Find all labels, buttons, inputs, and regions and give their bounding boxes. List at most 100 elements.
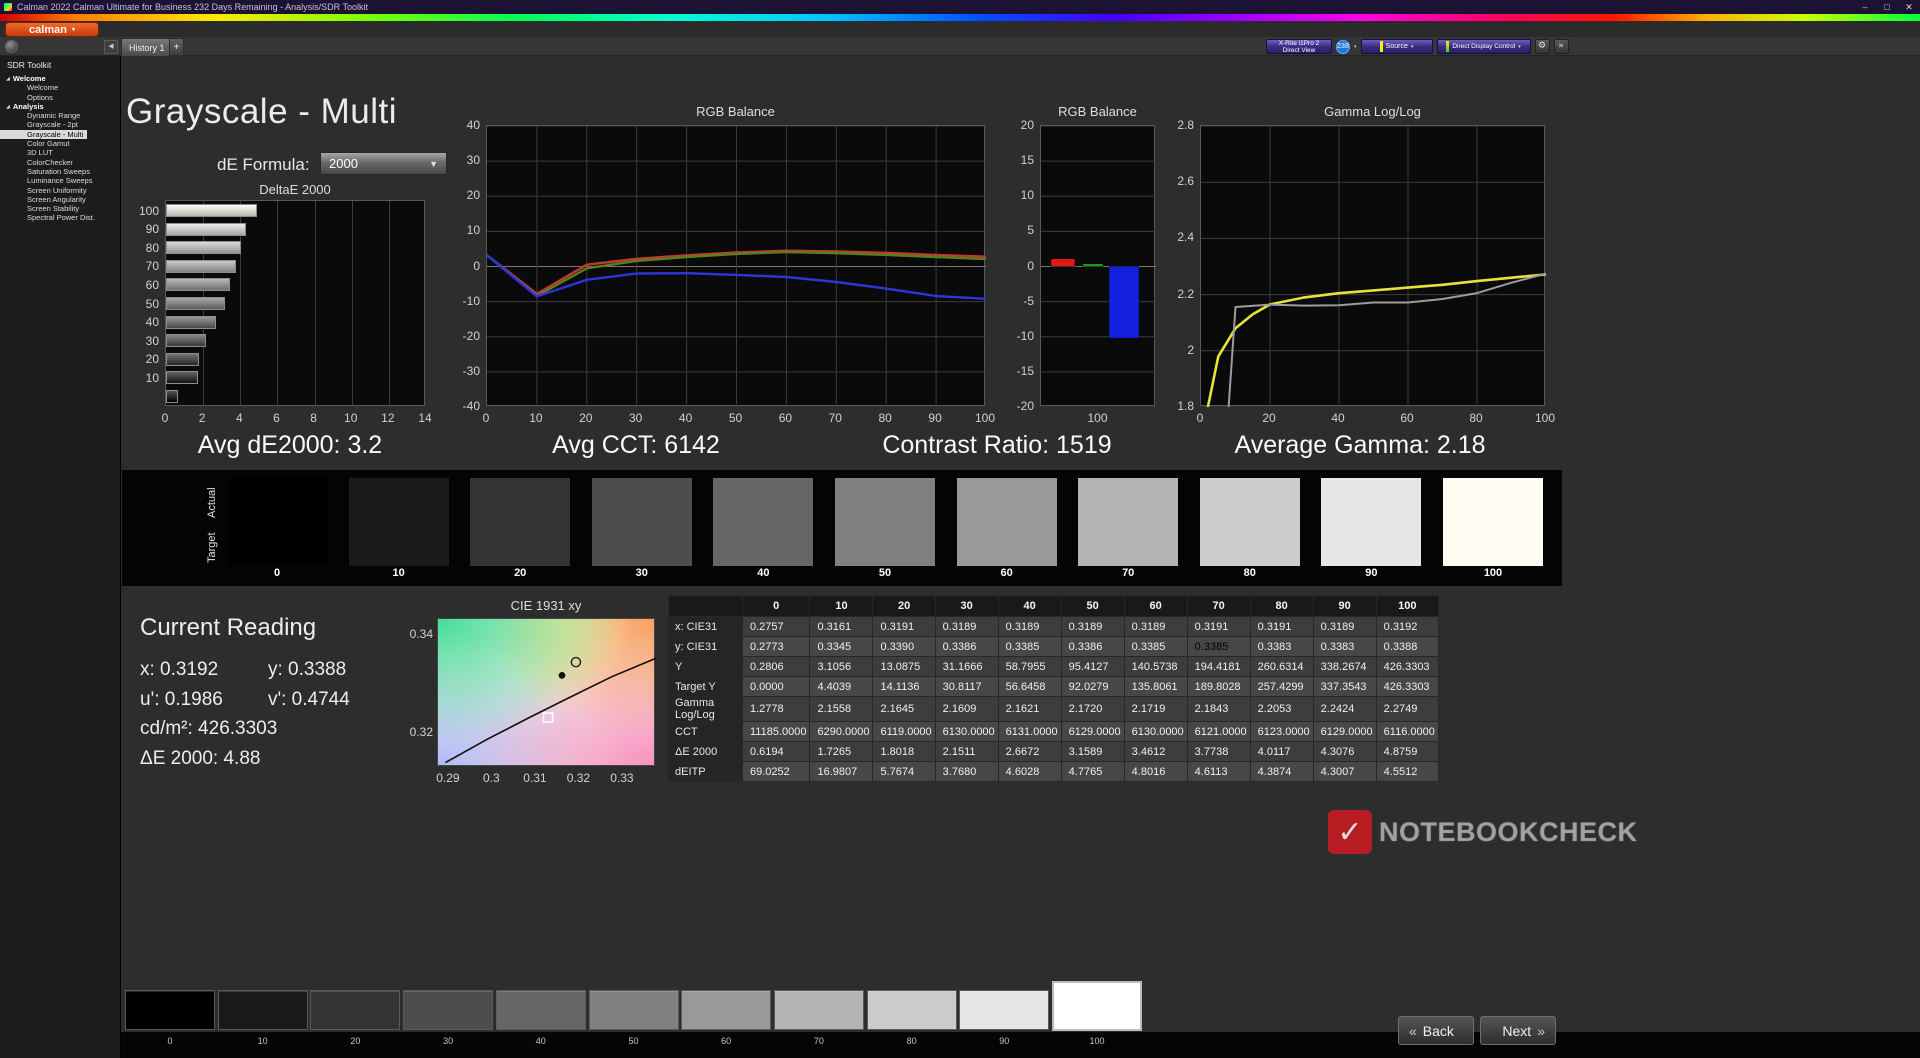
table-cell[interactable]: 2.1621	[997, 696, 1062, 722]
table-cell[interactable]: 3.1056	[809, 656, 874, 677]
table-cell[interactable]: 6121.0000	[1186, 721, 1251, 742]
table-cell[interactable]: 0.3345	[809, 636, 874, 657]
table-cell[interactable]: 30.8117	[934, 676, 999, 697]
sidebar-collapse-button[interactable]: ◀	[104, 40, 118, 54]
table-cell[interactable]: 6290.0000	[809, 721, 874, 742]
table-cell[interactable]: 260.6314	[1249, 656, 1314, 677]
table-cell[interactable]: 2.2053	[1249, 696, 1314, 722]
table-cell[interactable]: 4.7765	[1060, 761, 1125, 782]
tree-group-analysis[interactable]: ◢ Analysis	[0, 102, 120, 111]
table-cell[interactable]: 1.8018	[872, 741, 936, 762]
table-cell[interactable]: 3.7738	[1186, 741, 1251, 762]
table-cell[interactable]: 6130.0000	[1123, 721, 1188, 742]
add-tab-button[interactable]: +	[169, 38, 184, 56]
sidebar-item-saturation-sweeps[interactable]: Saturation Sweeps	[0, 167, 120, 176]
table-cell[interactable]: 0.3385	[1186, 636, 1251, 657]
table-cell[interactable]: 4.6028	[997, 761, 1062, 782]
table-cell[interactable]: 140.5738	[1123, 656, 1188, 677]
pattern-button-50[interactable]	[588, 990, 679, 1030]
table-cell[interactable]: 4.5512	[1375, 761, 1439, 782]
table-cell[interactable]: 3.4612	[1123, 741, 1188, 762]
table-cell[interactable]: 189.8028	[1186, 676, 1251, 697]
sidebar-item-color-gamut[interactable]: Color Gamut	[0, 139, 120, 148]
table-cell[interactable]: 2.1645	[872, 696, 936, 722]
table-cell[interactable]: 6123.0000	[1249, 721, 1314, 742]
pattern-button-100[interactable]	[1052, 981, 1142, 1031]
pattern-button-0[interactable]	[125, 990, 215, 1030]
table-cell[interactable]: 426.3303	[1375, 676, 1439, 697]
table-cell[interactable]: 2.1558	[809, 696, 874, 722]
table-cell[interactable]: 2.2424	[1312, 696, 1377, 722]
table-cell[interactable]: 4.0117	[1249, 741, 1314, 762]
sidebar-item-welcome[interactable]: Welcome	[0, 83, 120, 92]
meter-button[interactable]: X-Rite i1Pro 2 Direct View	[1266, 39, 1332, 54]
next-button[interactable]: Next »	[1480, 1016, 1556, 1045]
table-cell[interactable]: 0.2806	[741, 656, 811, 677]
table-cell[interactable]: 0.3192	[1375, 616, 1439, 637]
sidebar-item-screen-uniformity[interactable]: Screen Uniformity	[0, 186, 120, 195]
sidebar-item-options[interactable]: Options	[0, 93, 120, 102]
meter-count-badge[interactable]: 238	[1336, 39, 1350, 54]
table-cell[interactable]: 0.3388	[1375, 636, 1439, 657]
table-cell[interactable]: 426.3303	[1375, 656, 1439, 677]
table-cell[interactable]: 4.3874	[1249, 761, 1314, 782]
table-cell[interactable]: 5.7674	[872, 761, 936, 782]
table-cell[interactable]: 1.7265	[809, 741, 874, 762]
table-cell[interactable]: 0.3385	[1123, 636, 1188, 657]
sidebar-item-grayscale-multi[interactable]: Grayscale - Multi	[0, 129, 88, 140]
table-cell[interactable]: 2.1720	[1060, 696, 1125, 722]
back-button[interactable]: « Back	[1398, 1016, 1474, 1045]
table-cell[interactable]: 3.1589	[1060, 741, 1125, 762]
table-cell[interactable]: 69.0252	[741, 761, 811, 782]
maximize-button[interactable]: □	[1876, 2, 1898, 13]
chevron-down-icon[interactable]: ▾	[1354, 44, 1357, 50]
table-cell[interactable]: 56.6458	[997, 676, 1062, 697]
table-cell[interactable]: 0.2773	[741, 636, 811, 657]
table-cell[interactable]: 4.4039	[809, 676, 874, 697]
pattern-button-90[interactable]	[959, 990, 1050, 1030]
more-options-button[interactable]: »	[1553, 39, 1569, 54]
table-cell[interactable]: 0.3189	[1312, 616, 1377, 637]
sidebar-item-luminance-sweeps[interactable]: Luminance Sweeps	[0, 176, 120, 185]
de-formula-select[interactable]: 2000 ▼	[320, 152, 447, 175]
calman-menu-button[interactable]: calman ▾	[5, 22, 99, 37]
layout-toggle-button[interactable]	[5, 40, 18, 53]
minimize-button[interactable]: –	[1854, 2, 1876, 13]
table-cell[interactable]: 31.1666	[934, 656, 999, 677]
table-cell[interactable]: 0.0000	[741, 676, 811, 697]
table-cell[interactable]: 1.2778	[741, 696, 811, 722]
table-cell[interactable]: 0.3386	[1060, 636, 1125, 657]
table-cell[interactable]: 4.8016	[1123, 761, 1188, 782]
table-cell[interactable]: 194.4181	[1186, 656, 1251, 677]
table-cell[interactable]: 0.3386	[934, 636, 999, 657]
pattern-button-10[interactable]	[217, 990, 308, 1030]
table-cell[interactable]: 4.6113	[1186, 761, 1251, 782]
table-cell[interactable]: 0.3390	[872, 636, 936, 657]
table-cell[interactable]: 6131.0000	[997, 721, 1062, 742]
table-cell[interactable]: 6129.0000	[1060, 721, 1125, 742]
sidebar-item-dynamic-range[interactable]: Dynamic Range	[0, 111, 120, 120]
table-cell[interactable]: 14.1136	[872, 676, 936, 697]
table-cell[interactable]: 2.2749	[1375, 696, 1439, 722]
table-cell[interactable]: 4.3076	[1312, 741, 1377, 762]
table-cell[interactable]: 337.3543	[1312, 676, 1377, 697]
table-cell[interactable]: 6130.0000	[934, 721, 999, 742]
close-button[interactable]: ✕	[1898, 2, 1920, 13]
pattern-button-40[interactable]	[495, 990, 586, 1030]
table-cell[interactable]: 11185.0000	[741, 721, 811, 742]
table-cell[interactable]: 4.8759	[1375, 741, 1439, 762]
settings-gear-button[interactable]: ⚙	[1534, 39, 1550, 54]
table-cell[interactable]: 135.8061	[1123, 676, 1188, 697]
sidebar-item-spectral-power-dist-[interactable]: Spectral Power Dist.	[0, 213, 120, 222]
table-cell[interactable]: 4.3007	[1312, 761, 1377, 782]
table-cell[interactable]: 13.0875	[872, 656, 936, 677]
table-cell[interactable]: 2.1719	[1123, 696, 1188, 722]
sidebar-item-3d-lut[interactable]: 3D LUT	[0, 148, 120, 157]
table-cell[interactable]: 0.2757	[741, 616, 811, 637]
table-cell[interactable]: 16.9807	[809, 761, 874, 782]
table-cell[interactable]: 0.3191	[872, 616, 936, 637]
pattern-button-70[interactable]	[773, 990, 864, 1030]
table-cell[interactable]: 2.1609	[934, 696, 999, 722]
sidebar-item-grayscale-2pt[interactable]: Grayscale - 2pt	[0, 120, 120, 129]
table-cell[interactable]: 0.6194	[741, 741, 811, 762]
